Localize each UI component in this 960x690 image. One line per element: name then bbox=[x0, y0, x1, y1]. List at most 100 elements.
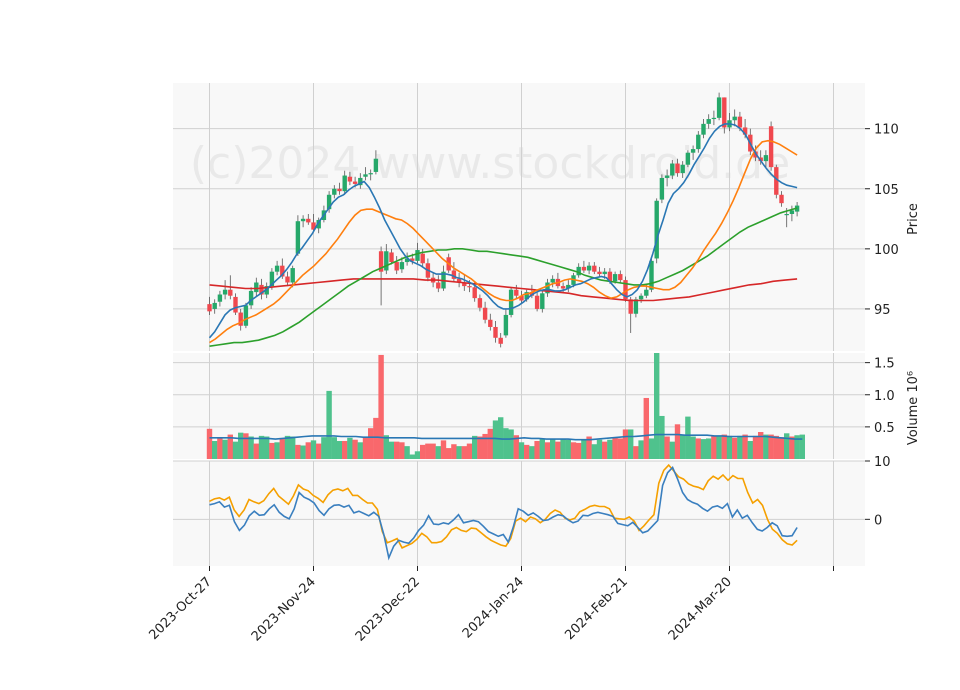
candle-body bbox=[290, 268, 295, 283]
volume-bar bbox=[492, 420, 499, 459]
volume-bar bbox=[414, 451, 421, 459]
candle-body bbox=[295, 221, 301, 254]
candle-body bbox=[680, 164, 685, 174]
volume-bar bbox=[565, 439, 571, 459]
volume-bar bbox=[669, 441, 675, 459]
price-tick-label: 95 bbox=[874, 303, 891, 318]
candle-body bbox=[779, 194, 784, 204]
volume-axis-title: Volume 10⁶ bbox=[906, 371, 921, 445]
volume-bar bbox=[596, 439, 603, 459]
candle-body bbox=[540, 293, 545, 309]
volume-bar bbox=[508, 429, 514, 459]
volume-bar bbox=[274, 442, 280, 459]
volume-bar bbox=[352, 439, 358, 459]
candle-body bbox=[638, 295, 644, 300]
volume-bar bbox=[685, 416, 691, 459]
x-tick-label: 2023-Oct-27 bbox=[146, 574, 214, 642]
candle-body bbox=[508, 289, 514, 315]
volume-bar bbox=[394, 441, 400, 459]
volume-bar bbox=[290, 436, 296, 459]
volume-bar bbox=[706, 438, 712, 459]
volume-bar bbox=[648, 438, 655, 459]
volume-bar bbox=[576, 442, 582, 459]
candle-body bbox=[763, 155, 769, 162]
volume-bar bbox=[430, 443, 436, 459]
candle-body bbox=[352, 181, 358, 184]
volume-bar bbox=[487, 428, 493, 459]
volume-bar bbox=[378, 354, 384, 459]
candle-body bbox=[503, 314, 509, 336]
x-tick-label: 2024-Feb-21 bbox=[562, 574, 631, 643]
volume-bar bbox=[357, 442, 363, 459]
volume-tick-label: 0.5 bbox=[874, 421, 895, 436]
candle-body bbox=[488, 319, 493, 327]
candle-body bbox=[711, 117, 717, 120]
volume-bar bbox=[503, 428, 509, 459]
volume-bar bbox=[716, 435, 722, 459]
candle-body bbox=[342, 175, 347, 192]
volume-bar bbox=[700, 439, 707, 459]
candle-body bbox=[685, 152, 691, 165]
volume-bar bbox=[446, 448, 452, 459]
volume-bar bbox=[680, 434, 686, 459]
volume-bar bbox=[472, 435, 478, 459]
volume-bar bbox=[342, 441, 348, 459]
candle-body bbox=[690, 149, 696, 153]
candle-body bbox=[514, 289, 519, 296]
candle-body bbox=[472, 287, 477, 299]
x-tick-label: 2024-Jan-24 bbox=[460, 574, 527, 641]
volume-bar bbox=[690, 436, 696, 459]
volume-bar bbox=[420, 444, 426, 459]
candle-body bbox=[233, 296, 238, 313]
volume-bar bbox=[726, 435, 733, 459]
volume-bar bbox=[269, 442, 275, 459]
volume-bar bbox=[534, 441, 540, 459]
candle-body bbox=[399, 262, 405, 270]
candle-body bbox=[482, 307, 488, 320]
candle-body bbox=[722, 97, 727, 128]
candle-body bbox=[784, 213, 789, 216]
volume-bar bbox=[581, 440, 587, 459]
x-tick-label: 2023-Nov-24 bbox=[249, 574, 319, 644]
volume-bar bbox=[466, 443, 473, 459]
candle-body bbox=[550, 278, 555, 283]
volume-bar bbox=[316, 443, 322, 459]
volume-bar bbox=[461, 446, 467, 459]
volume-bar bbox=[373, 417, 379, 459]
candle-body bbox=[602, 271, 607, 275]
volume-bar bbox=[633, 446, 639, 459]
volume-bar bbox=[768, 434, 774, 459]
candle-body bbox=[737, 116, 743, 128]
volume-bar bbox=[789, 436, 795, 459]
volume-bar bbox=[451, 444, 457, 459]
volume-bar bbox=[737, 435, 743, 459]
candle-body bbox=[248, 290, 254, 306]
volume-bar bbox=[264, 436, 270, 459]
volume-bar bbox=[659, 415, 665, 459]
volume-bar bbox=[284, 435, 291, 459]
volume-bar bbox=[784, 433, 790, 459]
candle-body bbox=[670, 163, 675, 176]
volume-bar bbox=[550, 439, 556, 459]
price-tick-label: 100 bbox=[874, 243, 899, 258]
volume-bar bbox=[326, 390, 332, 459]
volume-bar bbox=[456, 446, 462, 459]
volume-bar bbox=[643, 397, 649, 459]
candle-body bbox=[701, 123, 706, 135]
candle-body bbox=[285, 276, 290, 283]
volume-bar bbox=[331, 437, 337, 459]
volume-bar bbox=[253, 443, 259, 459]
volume-bar bbox=[747, 441, 753, 459]
candle-body bbox=[597, 271, 602, 275]
candle-body bbox=[618, 274, 623, 281]
candle-body bbox=[394, 262, 399, 271]
volume-bar bbox=[362, 437, 369, 459]
candle-body bbox=[254, 282, 259, 293]
candle-body bbox=[534, 295, 540, 309]
volume-bar bbox=[425, 443, 431, 459]
volume-bar bbox=[336, 441, 343, 459]
volume-bar bbox=[206, 428, 213, 459]
candle-body bbox=[477, 298, 483, 308]
candle-body bbox=[675, 163, 680, 174]
candle-body bbox=[243, 305, 249, 326]
